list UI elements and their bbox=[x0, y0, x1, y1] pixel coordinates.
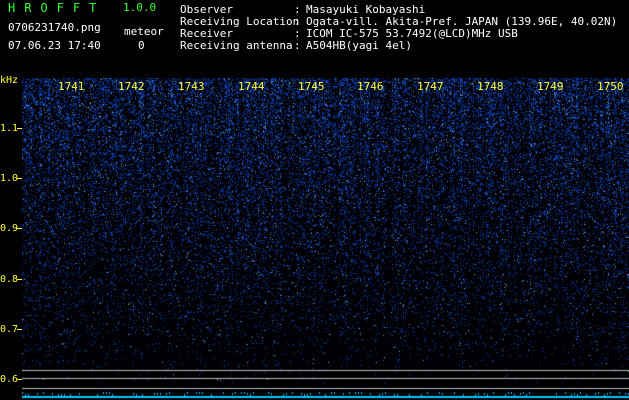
frequency-axis: kHz 1.1 1.0 0.9 0.8 0.7 0.6 bbox=[0, 75, 22, 400]
antenna-separator: : bbox=[294, 39, 301, 52]
time-tick-label: 1743 bbox=[178, 80, 205, 93]
time-tick-label: 1749 bbox=[537, 80, 564, 93]
time-tick-label: 1747 bbox=[417, 80, 444, 93]
time-tick-label: 1744 bbox=[238, 80, 265, 93]
time-tick-label: 1748 bbox=[477, 80, 504, 93]
time-tick-label: 1745 bbox=[298, 80, 325, 93]
time-tick-label: 1750 bbox=[597, 80, 624, 93]
frequency-tick-label: 1.0 bbox=[0, 173, 19, 184]
time-tick-label: 1742 bbox=[118, 80, 145, 93]
antenna-label: Receiving antenna bbox=[180, 39, 293, 52]
frequency-unit-label: kHz bbox=[0, 75, 19, 86]
time-tick-label: 1741 bbox=[58, 80, 85, 93]
antenna-value: A504HB(yagi 4el) bbox=[306, 39, 412, 52]
app-version: 1.0.0 bbox=[123, 1, 157, 14]
frequency-tick-label: 0.7 bbox=[0, 324, 19, 335]
spectrogram-panel: 1741 1742 1743 1744 1745 1746 1747 1748 … bbox=[22, 78, 629, 400]
datetime: 07.06.23 17:40 bbox=[8, 39, 101, 52]
frequency-tick-label: 1.1 bbox=[0, 123, 19, 134]
frequency-tick-label: 0.6 bbox=[0, 374, 19, 385]
meteor-label: meteor bbox=[124, 25, 164, 38]
time-tick-label: 1746 bbox=[357, 80, 384, 93]
frequency-tick-label: 0.8 bbox=[0, 274, 19, 285]
spectrogram-canvas bbox=[22, 78, 629, 400]
file-name: 0706231740.png bbox=[8, 21, 101, 34]
time-axis: 1741 1742 1743 1744 1745 1746 1747 1748 … bbox=[22, 78, 629, 94]
frequency-tick-label: 0.9 bbox=[0, 223, 19, 234]
meteor-count: 0 bbox=[138, 39, 145, 52]
app-title: HROFFT bbox=[8, 1, 106, 15]
